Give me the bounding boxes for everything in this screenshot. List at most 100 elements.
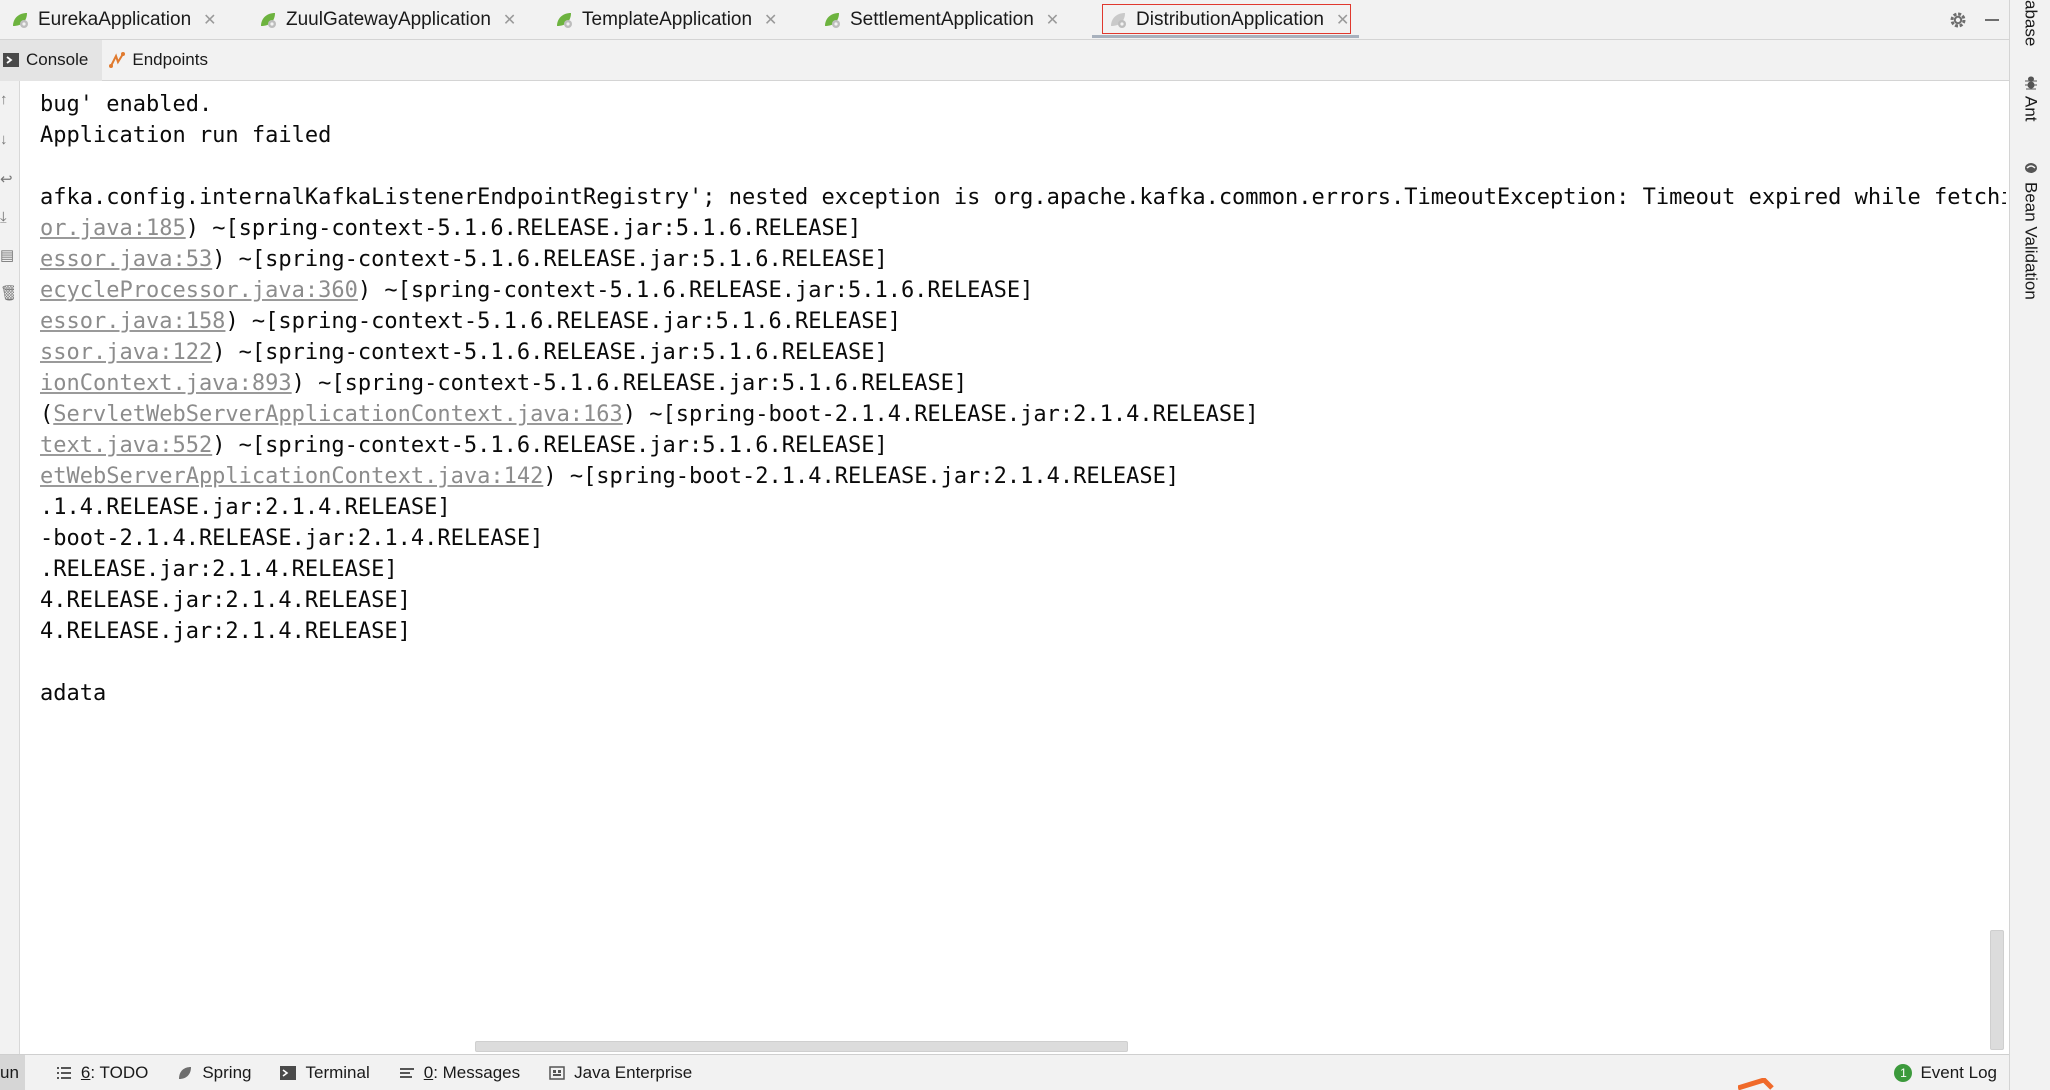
spring-boot-run-icon [822, 10, 842, 30]
spring-label: Spring [202, 1062, 252, 1082]
up-arrow-icon[interactable]: ↑ [0, 91, 14, 109]
console-line: 4.RELEASE.jar:2.1.4.RELEASE] [40, 619, 411, 644]
down-arrow-icon[interactable]: ↓ [0, 131, 14, 149]
event-log-button[interactable]: 1 Event Log [1894, 1055, 1997, 1090]
vertical-scroll-thumb[interactable] [1990, 930, 2004, 1050]
java-enterprise-tool-button[interactable]: Java Enterprise [534, 1055, 706, 1090]
console-line: ionContext.java:893) ~[spring-context-5.… [40, 371, 968, 396]
console-line: adata [40, 681, 107, 706]
spring-boot-run-icon [554, 10, 574, 30]
console-line: ecycleProcessor.java:360) ~[spring-conte… [40, 278, 1034, 303]
console-line: -boot-2.1.4.RELEASE.jar:2.1.4.RELEASE] [40, 526, 544, 551]
run-tool-button[interactable]: un [0, 1054, 25, 1090]
console-line: (ServletWebServerApplicationContext.java… [40, 402, 1259, 427]
stacktrace-link[interactable]: etWebServerApplicationContext.java:142 [40, 464, 543, 489]
tab-tools [1941, 0, 2009, 40]
scroll-to-end-icon[interactable]: ⤓ [0, 209, 14, 227]
run-configuration-tab-bar: EurekaApplication ✕ ZuulGatewayApplicati… [0, 0, 2009, 40]
bottom-tool-window-bar: un 6: TODO Spring Terminal 0: Messages J… [0, 1054, 2009, 1090]
spring-leaf-icon [176, 1064, 194, 1082]
console-line: or.java:185) ~[spring-context-5.1.6.RELE… [40, 216, 862, 241]
close-icon[interactable]: ✕ [503, 10, 516, 30]
endpoints-icon [108, 51, 126, 69]
gear-icon[interactable] [1941, 3, 1975, 37]
tab-zuul-gateway-application[interactable]: ZuulGatewayApplication ✕ [258, 0, 516, 40]
stacktrace-link[interactable]: essor.java:53 [40, 247, 212, 272]
console-sub-tab-bar: Console Endpoints [0, 39, 2009, 81]
run-label: un [0, 1062, 19, 1082]
right-tool-window-strip: abase Ant Bean Validation [2009, 0, 2050, 1090]
ide-window: EurekaApplication ✕ ZuulGatewayApplicati… [0, 0, 2050, 1090]
console-line: .RELEASE.jar:2.1.4.RELEASE] [40, 557, 398, 582]
tab-label: SettlementApplication [850, 9, 1034, 30]
todo-tool-button[interactable]: 6: TODO [25, 1055, 162, 1090]
tab-distribution-application[interactable]: DistributionApplication ✕ [1092, 0, 1360, 40]
tab-settlement-application[interactable]: SettlementApplication ✕ [822, 0, 1059, 40]
event-log-label: Event Log [1920, 1063, 1997, 1082]
terminal-tool-button[interactable]: Terminal [265, 1055, 383, 1090]
ant-label: Ant [2021, 96, 2041, 122]
terminal-icon [279, 1064, 297, 1082]
horizontal-scroll-thumb[interactable] [475, 1041, 1128, 1052]
messages-mnemonic: 0 [423, 1062, 434, 1082]
tab-label: TemplateApplication [582, 9, 753, 30]
minimize-icon[interactable] [1975, 3, 2009, 37]
close-icon[interactable]: ✕ [1046, 10, 1059, 30]
java-enterprise-label: Java Enterprise [574, 1062, 693, 1082]
console-line: afka.config.internalKafkaListenerEndpoin… [40, 185, 2006, 210]
bean-validation-label: Bean Validation [2021, 182, 2041, 300]
database-tool-button[interactable]: abase [2010, 0, 2050, 46]
tab-label: EurekaApplication [38, 9, 192, 30]
event-log-badge: 1 [1894, 1064, 1913, 1082]
todo-label: : TODO [90, 1062, 149, 1082]
java-enterprise-icon [548, 1064, 566, 1082]
tab-label: Endpoints [132, 50, 208, 69]
messages-tool-button[interactable]: 0: Messages [384, 1055, 534, 1090]
stacktrace-link[interactable]: ionContext.java:893 [40, 371, 292, 396]
console-line: etWebServerApplicationContext.java:142) … [40, 464, 1180, 489]
stacktrace-link[interactable]: ecycleProcessor.java:360 [40, 278, 358, 303]
annotation-mark [1738, 1078, 1774, 1090]
ant-icon [2023, 74, 2039, 90]
spring-boot-stopped-icon [1108, 10, 1128, 30]
stacktrace-link[interactable]: ssor.java:122 [40, 340, 212, 365]
stacktrace-link[interactable]: essor.java:158 [40, 309, 225, 334]
console-line: 4.RELEASE.jar:2.1.4.RELEASE] [40, 588, 411, 613]
console-line: text.java:552) ~[spring-context-5.1.6.RE… [40, 433, 888, 458]
stacktrace-link[interactable]: or.java:185 [40, 216, 186, 241]
console-output[interactable]: bug' enabled. Application run failed afk… [21, 81, 2006, 1054]
tab-template-application[interactable]: TemplateApplication ✕ [554, 0, 777, 40]
list-icon [55, 1064, 73, 1082]
active-tab-underline [1092, 35, 1360, 38]
terminal-label: Terminal [305, 1062, 370, 1082]
soft-wrap-icon[interactable]: ↩ [0, 171, 14, 189]
messages-label: : Messages [433, 1062, 521, 1082]
database-label: abase [2021, 0, 2041, 47]
bean-icon [2023, 160, 2039, 176]
console-line: Application run failed [40, 123, 332, 148]
close-icon[interactable]: ✕ [203, 10, 216, 30]
tab-console[interactable]: Console [0, 39, 103, 81]
console-icon [2, 51, 20, 69]
tab-eureka-application[interactable]: EurekaApplication ✕ [10, 0, 217, 40]
print-icon[interactable]: ▤ [0, 247, 14, 265]
tab-endpoints[interactable]: Endpoints [102, 40, 222, 81]
tab-label: Console [26, 50, 89, 69]
console-line: essor.java:158) ~[spring-context-5.1.6.R… [40, 309, 901, 334]
console-line: bug' enabled. [40, 92, 213, 117]
bean-validation-tool-button[interactable]: Bean Validation [2010, 160, 2050, 300]
messages-icon [398, 1064, 416, 1082]
spring-boot-run-icon [10, 10, 30, 30]
todo-mnemonic: 6 [80, 1062, 91, 1082]
console-line: ssor.java:122) ~[spring-context-5.1.6.RE… [40, 340, 888, 365]
stacktrace-link[interactable]: text.java:552 [40, 433, 212, 458]
ant-tool-button[interactable]: Ant [2010, 74, 2050, 122]
console-action-gutter: ↑ ↓ ↩ ⤓ ▤ 🗑 [0, 81, 20, 1054]
spring-tool-button[interactable]: Spring [162, 1055, 265, 1090]
tab-label: ZuulGatewayApplication [286, 9, 491, 30]
close-icon[interactable]: ✕ [764, 10, 777, 30]
clear-all-icon[interactable]: 🗑 [0, 285, 14, 303]
stacktrace-link[interactable]: ServletWebServerApplicationContext.java:… [53, 402, 623, 427]
active-tab-highlight [1102, 4, 1352, 34]
console-line: essor.java:53) ~[spring-context-5.1.6.RE… [40, 247, 888, 272]
